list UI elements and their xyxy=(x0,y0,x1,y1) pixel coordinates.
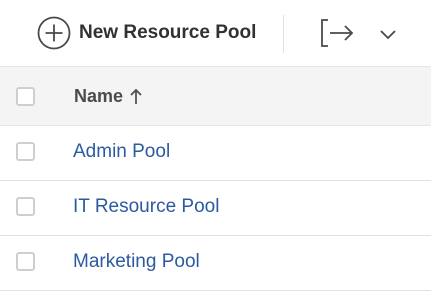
export-arrow-icon xyxy=(321,19,354,47)
select-all-checkbox[interactable] xyxy=(16,87,35,106)
table-header-row: Name xyxy=(0,66,431,126)
chevron-down-icon xyxy=(380,30,396,40)
name-column-label: Name xyxy=(74,86,124,106)
row-checkbox[interactable] xyxy=(16,252,35,271)
resource-pool-link[interactable]: Marketing Pool xyxy=(73,251,200,273)
resource-pool-link[interactable]: Admin Pool xyxy=(73,141,170,163)
new-resource-pool-label: New Resource Pool xyxy=(79,22,257,43)
new-resource-pool-button[interactable]: New Resource Pool xyxy=(37,16,256,50)
sort-ascending-icon xyxy=(130,88,142,104)
row-checkbox[interactable] xyxy=(16,142,35,161)
resource-pool-table: Name Admin Pool IT Resource Pool Marketi… xyxy=(0,66,431,291)
table-row: Admin Pool xyxy=(0,126,431,181)
name-column-header[interactable]: Name xyxy=(74,86,143,107)
row-checkbox[interactable] xyxy=(16,197,35,216)
plus-circle-icon xyxy=(37,16,71,50)
toolbar-divider xyxy=(283,15,284,53)
toolbar: New Resource Pool xyxy=(0,0,431,66)
export-button[interactable] xyxy=(319,16,355,50)
resource-pool-link[interactable]: IT Resource Pool xyxy=(73,196,219,218)
table-row: Marketing Pool xyxy=(0,236,431,291)
table-row: IT Resource Pool xyxy=(0,181,431,236)
more-options-button[interactable] xyxy=(376,22,400,46)
